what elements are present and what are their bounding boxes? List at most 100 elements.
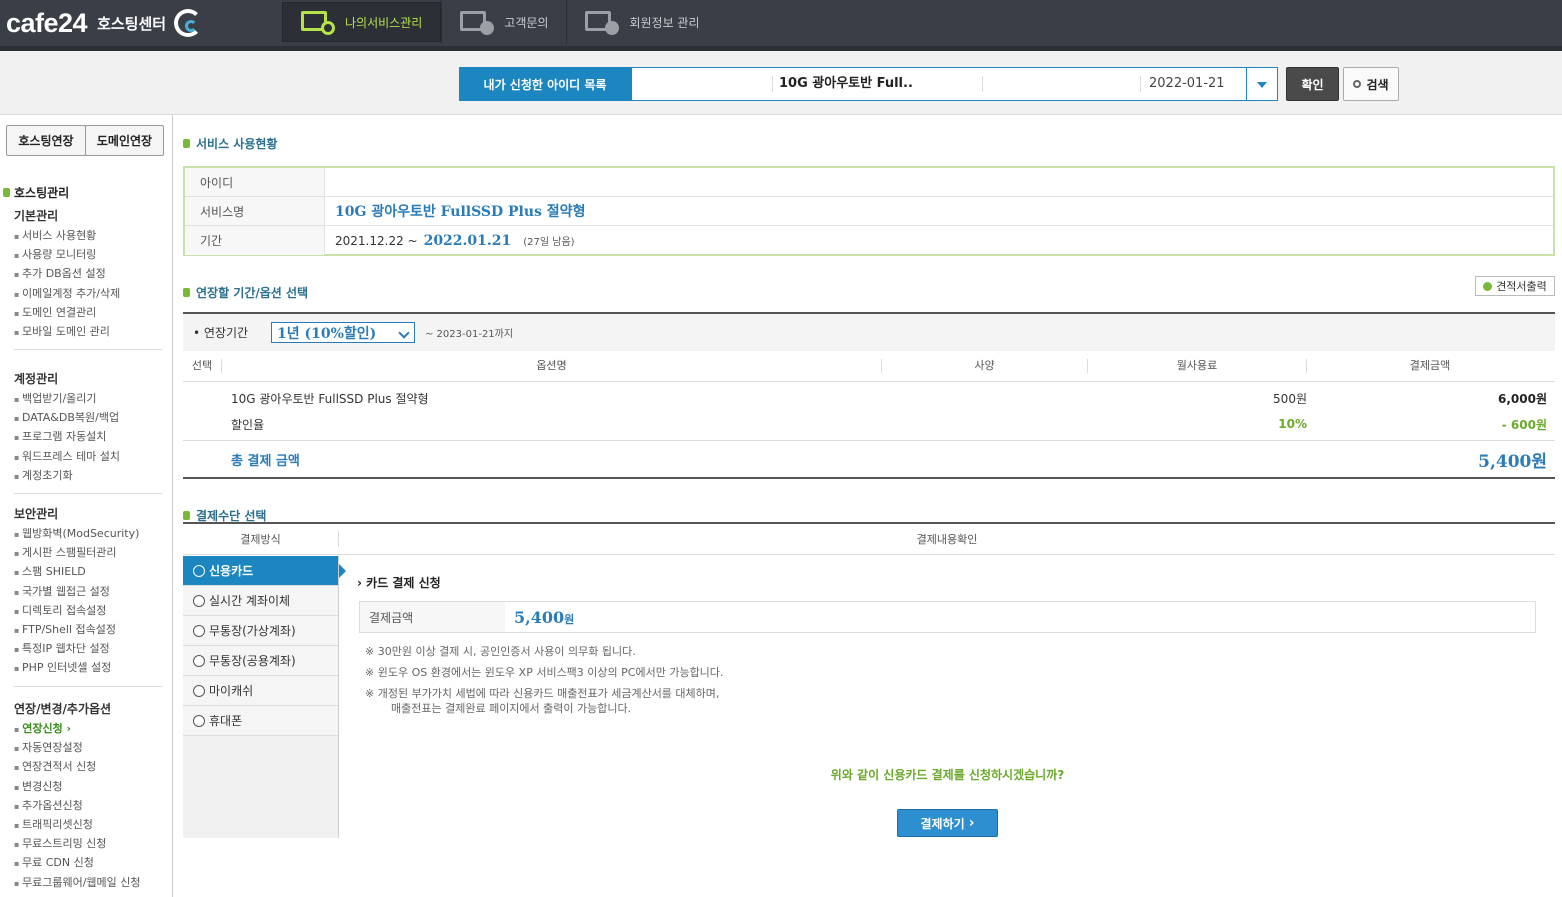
sidebar-section-title: 호스팅관리 — [3, 184, 69, 201]
quote-print-button[interactable]: 견적서출력 — [1475, 276, 1555, 296]
usage-table: 아이디 서비스명 10G 광아우토반 FullSSD Plus 절약형 기간 2… — [183, 166, 1555, 256]
id-label: 아이디 — [185, 168, 325, 196]
payment-method-option[interactable]: 무통장(가상계좌) — [183, 616, 338, 646]
sidebar-item[interactable]: 연장신청 — [14, 719, 162, 738]
extend-period-row: 연장기간 1년 (10%할인) ~ 2023-01-21까지 — [183, 312, 1555, 351]
payment-method-option[interactable]: 무통장(공용계좌) — [183, 646, 338, 676]
payment-method-option[interactable]: 실시간 계좌이체 — [183, 586, 338, 616]
payment-method-option[interactable]: 신용카드 — [183, 556, 346, 586]
table-row: 할인율 10% - 600원 — [183, 411, 1555, 437]
sidebar-item[interactable]: 무료 CDN 신청 — [14, 853, 162, 872]
payment-notes: ※ 30만원 이상 결제 시, 공인인증서 사용이 의무화 됩니다. ※ 윈도우… — [365, 642, 723, 716]
amount-value: 5,400원 — [505, 608, 574, 627]
brand-name: cafe24 — [6, 7, 88, 38]
id-select-dropdown[interactable]: 10G 광아우토반 Full.. 2022-01-21 — [631, 67, 1278, 101]
sidebar-item[interactable]: 특정IP 웹차단 설정 — [14, 639, 162, 658]
sidebar-item[interactable]: 프로그램 자동설치 — [14, 427, 162, 446]
period-end: 2022.01.21 — [423, 232, 512, 249]
sidebar-item[interactable]: 스팸 SHIELD — [14, 562, 162, 581]
col-method: 결제방식 — [240, 533, 281, 546]
sidebar-item[interactable]: 추가옵션신청 — [14, 796, 162, 815]
chevron-down-icon[interactable] — [1246, 68, 1277, 100]
sidebar-item[interactable]: 모바일 도메인 관리 — [14, 322, 162, 341]
radio-icon[interactable] — [193, 624, 205, 637]
sidebar-item[interactable]: 서비스 사용현황 — [14, 226, 162, 245]
payment-amount-row: 결제금액 5,400원 — [359, 601, 1536, 633]
option-amount: 6,000원 — [1498, 391, 1547, 406]
usage-title-label: 서비스 사용현황 — [196, 137, 278, 151]
pay-button[interactable]: 결제하기 — [897, 809, 998, 837]
tab-domain-extend[interactable]: 도메인연장 — [85, 125, 164, 156]
sidebar-item[interactable]: 도메인 연결관리 — [14, 303, 162, 322]
sidebar-item[interactable]: FTP/Shell 접속설정 — [14, 620, 162, 639]
sidebar-item[interactable]: PHP 인터넷셀 설정 — [14, 658, 162, 677]
option-name: 10G 광아우토반 FullSSD Plus 절약형 — [231, 391, 429, 406]
confirm-button[interactable]: 확인 — [1286, 67, 1339, 101]
payment-method-option[interactable]: 마이캐쉬 — [183, 676, 338, 706]
payment-header: 결제방식 결제내용확인 — [183, 522, 1555, 555]
bullet-icon — [3, 188, 10, 197]
sidebar-item[interactable]: 추가 DB옵션 설정 — [14, 264, 162, 283]
sidebar-item[interactable]: 계정초기화 — [14, 466, 162, 485]
extend-period-select[interactable]: 1년 (10%할인) — [271, 322, 415, 343]
id-list-label: 내가 신청한 아이디 목록 — [459, 67, 631, 101]
sidebar-group: 연장/변경/추가옵션연장신청자동연장설정연장견적서 신청변경신청추가옵션신청트래… — [14, 700, 162, 892]
top-nav: 나의서비스관리 고객문의 회원정보 관리 — [282, 0, 718, 44]
nav-label: 회원정보 관리 — [629, 15, 700, 30]
period-label: 기간 — [185, 226, 325, 255]
sidebar-item[interactable]: 웹방화벽(ModSecurity) — [14, 524, 162, 543]
sidebar-item[interactable]: 워드프레스 테마 설치 — [14, 447, 162, 466]
id-value — [325, 168, 335, 196]
monitor-chat-icon — [460, 9, 495, 35]
sidebar-group-title: 계정관리 — [14, 372, 59, 386]
sidebar-item[interactable]: 이메일계정 추가/삭제 — [14, 284, 162, 303]
payment-method-option[interactable]: 휴대폰 — [183, 706, 338, 736]
sidebar-group: 기본관리서비스 사용현황사용량 모니터링추가 DB옵션 설정이메일계정 추가/삭… — [14, 207, 162, 351]
cafe24-logo[interactable]: cafe24 호스팅센터 — [6, 6, 203, 40]
logo-mark-icon — [174, 9, 203, 37]
sidebar-item[interactable]: 국가별 웹접근 설정 — [14, 582, 162, 601]
extend-title-label: 연장할 기간/옵션 선택 — [196, 286, 309, 300]
payment-method-label: 마이캐쉬 — [209, 684, 254, 698]
sidebar-group-title: 연장/변경/추가옵션 — [14, 702, 112, 716]
nav-my-service[interactable]: 나의서비스관리 — [282, 2, 442, 42]
sidebar-item[interactable]: DATA&DB복원/백업 — [14, 408, 162, 427]
sidebar-item[interactable]: 변경신청 — [14, 777, 162, 796]
amount-number: 5,400 — [514, 607, 565, 627]
col-monthly: 월사용료 — [1087, 359, 1306, 373]
service-label: 서비스명 — [185, 197, 325, 225]
bullet-icon — [183, 139, 190, 148]
radio-icon[interactable] — [193, 594, 205, 607]
search-icon — [1353, 80, 1362, 88]
brand-sub: 호스팅센터 — [97, 14, 167, 33]
nav-label: 고객문의 — [504, 15, 549, 30]
sidebar-item[interactable]: 사용량 모니터링 — [14, 245, 162, 264]
col-confirm: 결제내용확인 — [338, 531, 1555, 547]
payment-method-label: 휴대폰 — [209, 714, 243, 728]
bullet-icon — [183, 511, 190, 520]
nav-member-info[interactable]: 회원정보 관리 — [567, 2, 717, 42]
tab-hosting-extend[interactable]: 호스팅연장 — [6, 125, 86, 156]
col-option-name: 옵션명 — [221, 359, 881, 373]
payment-methods: 신용카드 실시간 계좌이체 무통장(가상계좌) 무통장(공용계좌) 마이캐쉬휴대폰 — [183, 556, 346, 838]
nav-customer-inquiry[interactable]: 고객문의 — [442, 2, 566, 42]
col-spec: 사양 — [881, 359, 1087, 373]
sidebar-item[interactable]: 트래픽리셋신청 — [14, 815, 162, 834]
radio-icon[interactable] — [193, 654, 205, 667]
radio-icon[interactable] — [193, 714, 205, 727]
sidebar-item[interactable]: 연장견적서 신청 — [14, 757, 162, 776]
table-row: 10G 광아우토반 FullSSD Plus 절약형 500원 6,000원 — [183, 385, 1555, 411]
discount-amount: - 600원 — [1501, 417, 1547, 432]
radio-icon[interactable] — [193, 564, 205, 577]
sidebar-item[interactable]: 무료그룹웨어/웹메일 신청 — [14, 873, 162, 892]
sidebar-item[interactable]: 백업받기/올리기 — [14, 389, 162, 408]
period-remain: (27일 남음) — [523, 237, 575, 248]
sidebar-item[interactable]: 자동연장설정 — [14, 738, 162, 757]
search-button[interactable]: 검색 — [1343, 67, 1399, 101]
extend-until: ~ 2023-01-21까지 — [425, 329, 514, 340]
id-selector-band: 내가 신청한 아이디 목록 10G 광아우토반 Full.. 2022-01-2… — [0, 51, 1562, 115]
radio-icon[interactable] — [193, 684, 205, 697]
sidebar-item[interactable]: 디렉토리 접속설정 — [14, 601, 162, 620]
sidebar-item[interactable]: 무료스트리밍 신청 — [14, 834, 162, 853]
sidebar-item[interactable]: 게시판 스팸필터관리 — [14, 543, 162, 562]
